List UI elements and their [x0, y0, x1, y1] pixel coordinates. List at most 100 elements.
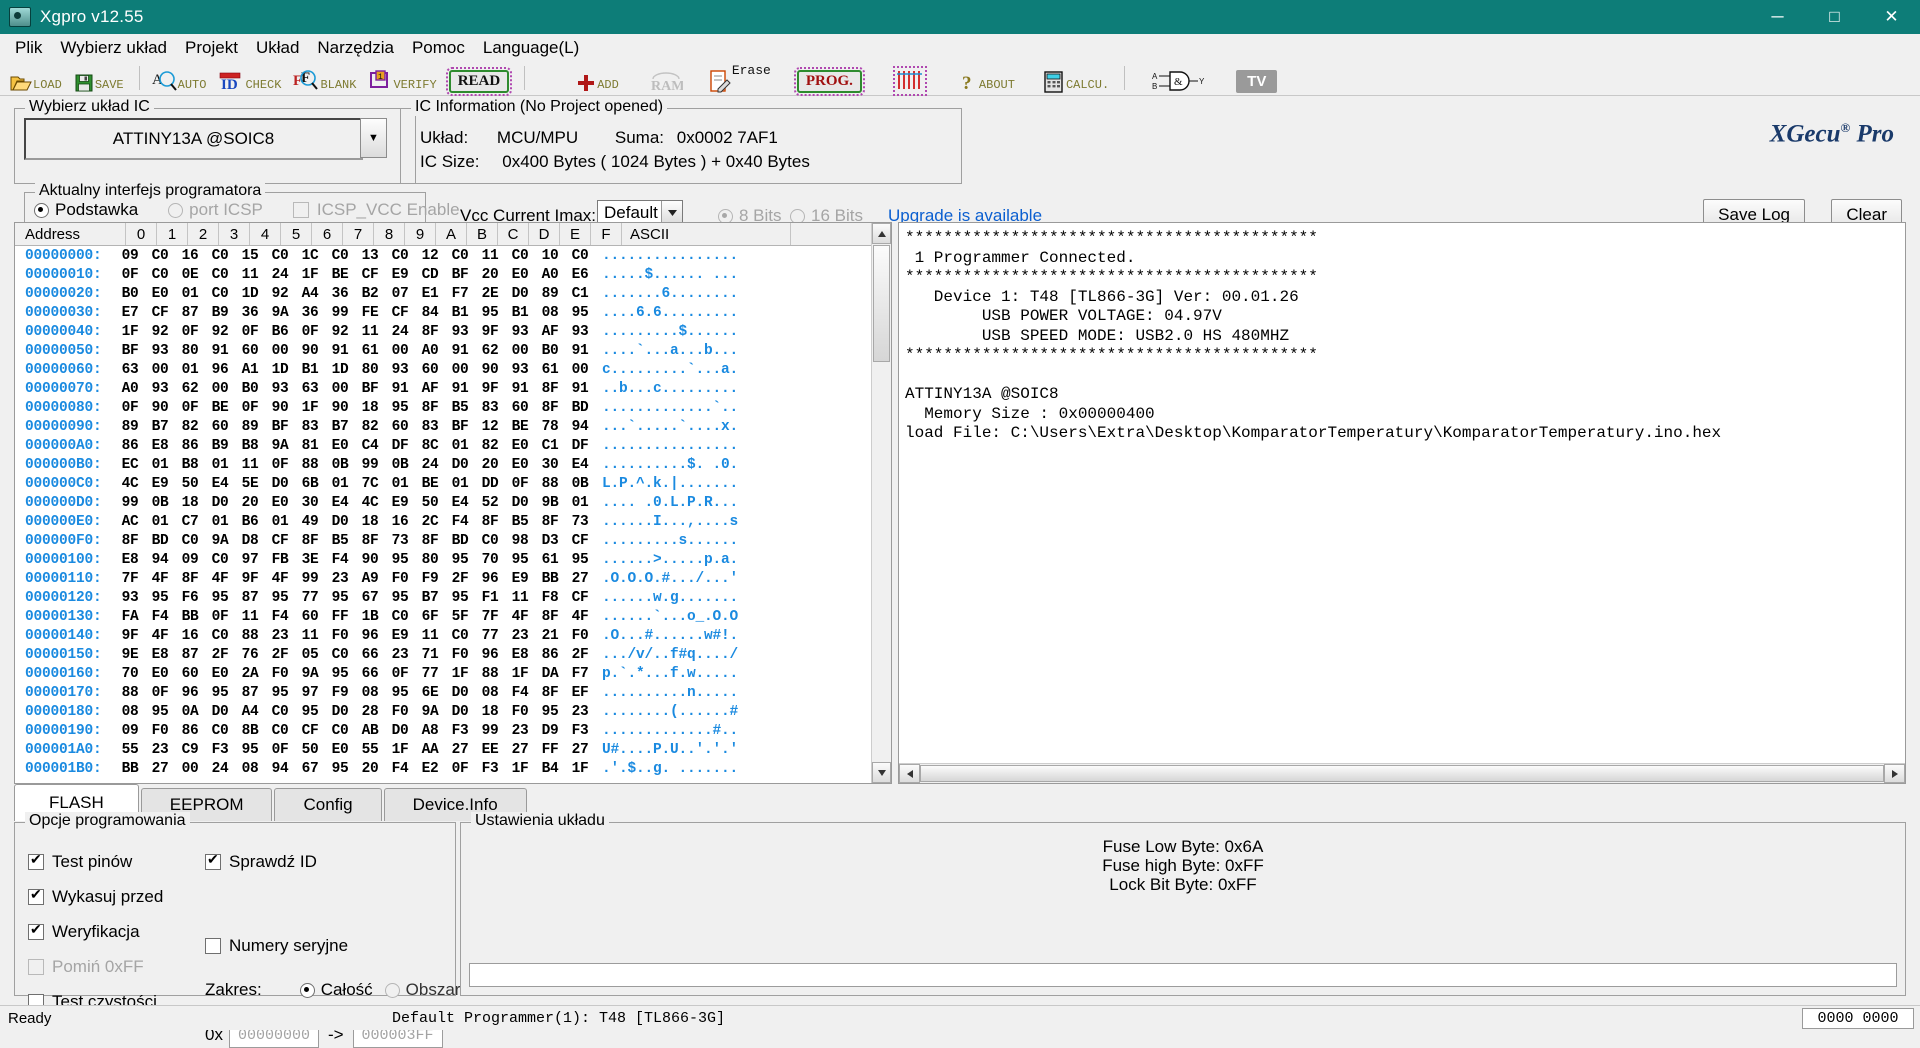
hex-row[interactable]: 00000190:09F086C08BC0CFC0ABD0A8F39923D9F…	[15, 721, 891, 740]
hex-byte-cell[interactable]: 91	[505, 381, 535, 397]
hex-byte-cell[interactable]: 95	[565, 552, 595, 568]
hex-byte-cell[interactable]: 23	[385, 647, 415, 663]
hex-byte-cell[interactable]: 95	[325, 590, 355, 606]
hex-row[interactable]: 00000000:09C016C015C01CC013C012C011C010C…	[15, 246, 891, 265]
hex-byte-cell[interactable]: C0	[145, 248, 175, 264]
hex-byte-cell[interactable]: A4	[295, 286, 325, 302]
ram-button[interactable]: RAM	[645, 62, 687, 94]
hex-row[interactable]: 000000F0:8FBDC09AD8CF8FB58F738FBDC098D3C…	[15, 531, 891, 550]
hex-byte-cell[interactable]: 90	[325, 400, 355, 416]
hex-byte-cell[interactable]: 83	[475, 400, 505, 416]
hex-byte-cell[interactable]: F7	[565, 666, 595, 682]
hex-byte-cell[interactable]: 95	[145, 590, 175, 606]
hex-byte-cell[interactable]: 89	[115, 419, 145, 435]
add-button[interactable]: ADD	[572, 62, 623, 94]
hex-byte-cell[interactable]: 91	[445, 343, 475, 359]
hex-byte-cell[interactable]: 23	[565, 704, 595, 720]
hex-byte-cell[interactable]: E2	[415, 761, 445, 777]
read-button[interactable]: READ	[445, 62, 514, 94]
hex-byte-cell[interactable]: 1F	[115, 324, 145, 340]
hex-byte-cell[interactable]: B8	[235, 438, 265, 454]
hex-byte-cell[interactable]: 2F	[205, 647, 235, 663]
hex-byte-cell[interactable]: BF	[445, 267, 475, 283]
hex-byte-cell[interactable]: 73	[385, 533, 415, 549]
hex-byte-cell[interactable]: 20	[235, 495, 265, 511]
hex-byte-cell[interactable]: C0	[565, 248, 595, 264]
hex-byte-cell[interactable]: 9F	[475, 381, 505, 397]
hex-byte-cell[interactable]: 11	[235, 609, 265, 625]
hex-byte-cell[interactable]: C0	[445, 248, 475, 264]
hex-byte-cell[interactable]: 50	[415, 495, 445, 511]
hex-byte-cell[interactable]: 20	[475, 267, 505, 283]
hex-byte-cell[interactable]: E0	[205, 666, 235, 682]
hex-byte-cell[interactable]: C0	[205, 267, 235, 283]
hex-byte-cell[interactable]: 97	[235, 552, 265, 568]
hex-byte-cell[interactable]: 96	[205, 362, 235, 378]
hex-byte-cell[interactable]: 00	[505, 343, 535, 359]
hex-byte-cell[interactable]: CF	[145, 305, 175, 321]
hex-byte-cell[interactable]: AB	[355, 723, 385, 739]
hex-byte-cell[interactable]: 95	[445, 552, 475, 568]
radio-obszar[interactable]: Obszar	[385, 980, 461, 1000]
hex-byte-cell[interactable]: 11	[355, 324, 385, 340]
hex-byte-cell[interactable]: DF	[385, 438, 415, 454]
hex-byte-cell[interactable]: 3E	[295, 552, 325, 568]
hex-byte-cell[interactable]: 9A	[415, 704, 445, 720]
hex-byte-cell[interactable]: 91	[565, 381, 595, 397]
erase-button[interactable]: Erase	[705, 62, 775, 94]
hex-byte-cell[interactable]: C0	[325, 723, 355, 739]
hex-byte-cell[interactable]: 01	[175, 286, 205, 302]
hex-byte-cell[interactable]: 8F	[535, 400, 565, 416]
maximize-button[interactable]: □	[1806, 0, 1863, 34]
hex-byte-cell[interactable]: FF	[535, 742, 565, 758]
hex-byte-cell[interactable]: 0F	[235, 400, 265, 416]
hex-byte-cell[interactable]: B5	[325, 533, 355, 549]
hex-byte-cell[interactable]: BE	[415, 476, 445, 492]
hex-byte-cell[interactable]: 0B	[325, 457, 355, 473]
hex-byte-cell[interactable]: BB	[115, 761, 145, 777]
hex-byte-cell[interactable]: C0	[325, 248, 355, 264]
hex-byte-cell[interactable]: CF	[355, 267, 385, 283]
hex-byte-cell[interactable]: 00	[145, 362, 175, 378]
hex-byte-cell[interactable]: 55	[355, 742, 385, 758]
hex-byte-cell[interactable]: 90	[475, 362, 505, 378]
hex-byte-cell[interactable]: 7F	[475, 609, 505, 625]
hex-byte-cell[interactable]: F9	[325, 685, 355, 701]
hex-byte-cell[interactable]: 23	[505, 723, 535, 739]
hex-byte-cell[interactable]: FB	[265, 552, 295, 568]
hex-byte-cell[interactable]: F9	[415, 571, 445, 587]
hex-byte-cell[interactable]: 99	[295, 571, 325, 587]
hex-byte-cell[interactable]: 99	[115, 495, 145, 511]
hex-byte-cell[interactable]: 0F	[205, 609, 235, 625]
log-panel[interactable]: ****************************************…	[898, 222, 1906, 784]
save-button[interactable]: SAVE	[70, 62, 128, 94]
hex-byte-cell[interactable]: 50	[175, 476, 205, 492]
chip-settings-input[interactable]	[469, 963, 1897, 987]
hex-byte-cell[interactable]: C0	[205, 286, 235, 302]
hex-byte-cell[interactable]: 99	[475, 723, 505, 739]
hex-byte-cell[interactable]: 91	[445, 381, 475, 397]
log-horizontal-scrollbar[interactable]	[899, 763, 1905, 783]
hex-byte-cell[interactable]: 27	[445, 742, 475, 758]
hex-row[interactable]: 00000050:BF938091600090916100A0916200B09…	[15, 341, 891, 360]
hex-byte-cell[interactable]: B7	[415, 590, 445, 606]
hex-byte-cell[interactable]: BF	[445, 419, 475, 435]
hex-byte-cell[interactable]: 23	[145, 742, 175, 758]
hex-byte-cell[interactable]: 91	[565, 343, 595, 359]
hex-byte-cell[interactable]: E9	[385, 495, 415, 511]
hex-byte-cell[interactable]: B5	[505, 514, 535, 530]
hex-byte-cell[interactable]: F0	[385, 704, 415, 720]
checkbox-weryfikacja[interactable]: Weryfikacja	[28, 922, 163, 942]
hex-byte-cell[interactable]: 91	[325, 343, 355, 359]
hex-byte-cell[interactable]: 89	[235, 419, 265, 435]
hex-byte-cell[interactable]: DD	[475, 476, 505, 492]
tab-config[interactable]: Config	[274, 788, 381, 821]
hex-byte-cell[interactable]: E9	[505, 571, 535, 587]
hex-byte-cell[interactable]: E0	[505, 438, 535, 454]
hex-byte-cell[interactable]: E6	[565, 267, 595, 283]
hex-byte-cell[interactable]: 93	[565, 324, 595, 340]
hex-byte-cell[interactable]: 95	[325, 666, 355, 682]
hex-byte-cell[interactable]: 62	[175, 381, 205, 397]
hex-byte-cell[interactable]: 67	[295, 761, 325, 777]
pin-detect-button[interactable]	[892, 62, 928, 94]
